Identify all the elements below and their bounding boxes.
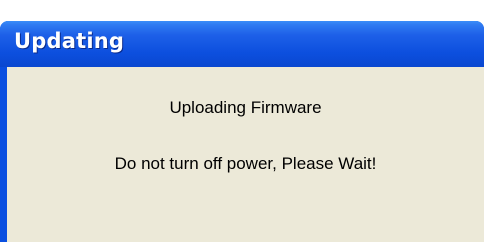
status-heading: Uploading Firmware xyxy=(169,98,322,117)
status-message: Do not turn off power, Please Wait! xyxy=(114,154,377,173)
updating-dialog: Updating Uploading Firmware Do not turn … xyxy=(0,21,484,242)
title-bar[interactable]: Updating xyxy=(0,21,484,67)
window-title: Updating xyxy=(14,29,125,53)
dialog-body: Uploading Firmware Do not turn off power… xyxy=(7,67,484,242)
screen: Updating Uploading Firmware Do not turn … xyxy=(0,0,494,242)
